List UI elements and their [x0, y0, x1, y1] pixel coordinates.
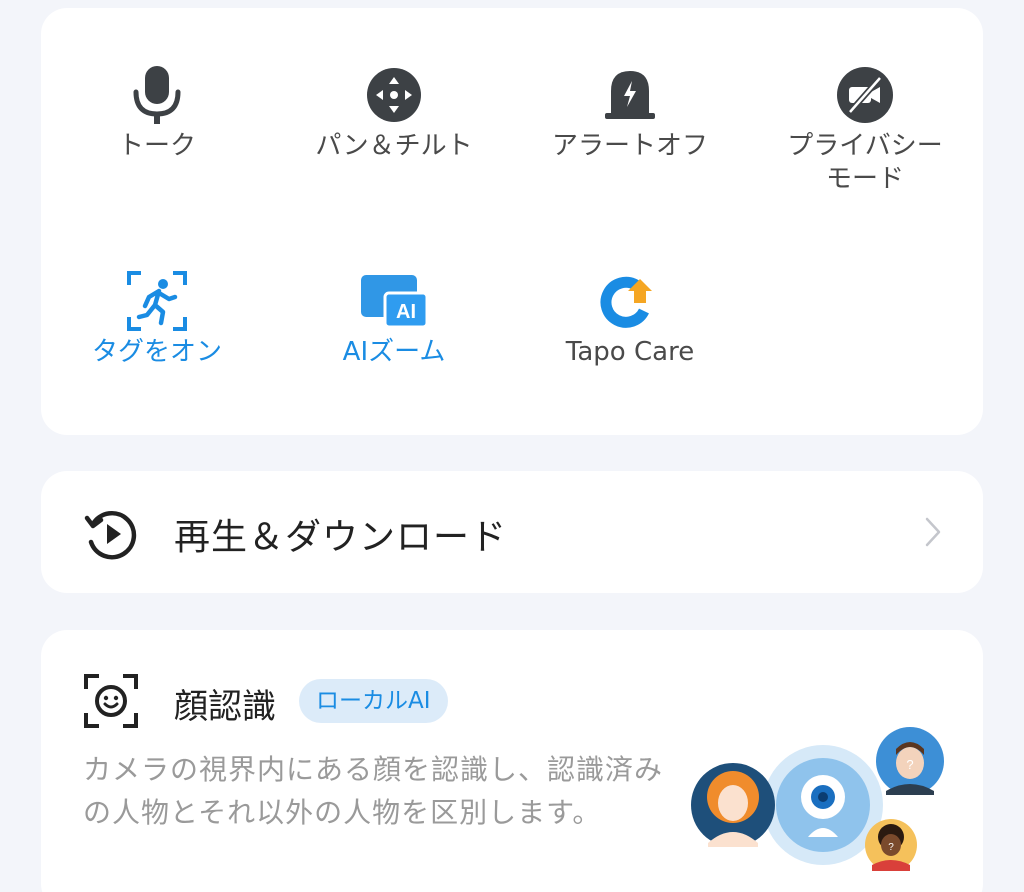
pan-tilt-icon	[349, 60, 439, 130]
face-scan-icon	[83, 673, 139, 733]
tapo-care-icon	[585, 266, 675, 336]
pan-tilt-button[interactable]: パン＆チルト	[284, 60, 504, 163]
alarm-off-button[interactable]: アラートオフ	[520, 60, 740, 163]
playback-download-row[interactable]: 再生＆ダウンロード	[41, 471, 983, 593]
local-ai-badge: ローカルAI	[299, 679, 448, 723]
tapo-care-label: Tapo Care	[565, 337, 695, 367]
tapo-care-button[interactable]: Tapo Care	[520, 266, 740, 369]
face-recognition-description: カメラの視界内にある顔を認識し、認識済みの人物とそれ以外の人物を区別します。	[83, 753, 664, 829]
face-recognition-title: 顔認識	[174, 687, 276, 727]
microphone-icon	[112, 60, 202, 130]
privacy-mode-icon	[820, 60, 910, 130]
tag-person-icon	[112, 266, 202, 336]
svg-text:?: ?	[906, 757, 913, 772]
privacy-mode-button[interactable]: プライバシー モード	[755, 60, 975, 196]
face-recognition-card[interactable]: 顔認識 ローカルAI カメラの視界内にある顔を認識し、認識済みの人物とそれ以外の…	[41, 630, 983, 892]
alarm-off-label: アラートオフ	[551, 131, 708, 161]
pan-tilt-label: パン＆チルト	[315, 131, 473, 161]
talk-label: トーク	[117, 131, 196, 161]
playback-label: 再生＆ダウンロード	[174, 517, 508, 558]
ai-zoom-button[interactable]: AI AIズーム	[284, 266, 504, 369]
privacy-mode-label: プライバシー モード	[787, 131, 943, 194]
face-recognition-illustration: ? ?	[686, 725, 946, 879]
ai-zoom-icon: AI	[349, 266, 439, 336]
talk-button[interactable]: トーク	[47, 60, 267, 163]
playback-icon	[81, 504, 141, 568]
svg-text:?: ?	[888, 842, 894, 853]
tag-on-label: タグをオン	[91, 337, 222, 367]
alarm-off-icon	[585, 60, 675, 130]
quick-controls-card: トーク パン＆チルト アラートオフ プライバシー モード タグをオン AI AI…	[41, 8, 983, 435]
svg-text:AI: AI	[396, 301, 416, 323]
ai-zoom-label: AIズーム	[342, 337, 446, 367]
chevron-right-icon	[923, 516, 943, 552]
tag-on-button[interactable]: タグをオン	[47, 266, 267, 369]
